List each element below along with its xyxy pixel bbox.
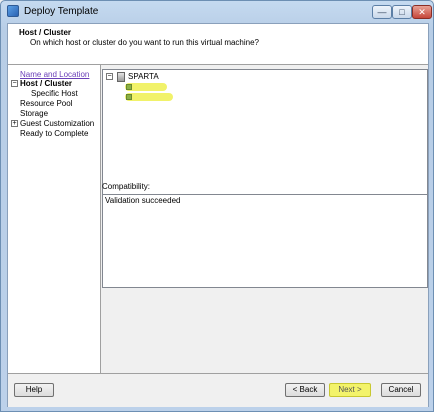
page-title: Host / Cluster [19, 28, 72, 37]
maximize-button[interactable]: □ [392, 5, 412, 19]
help-button[interactable]: Help [14, 383, 54, 397]
expand-icon[interactable]: + [11, 120, 18, 127]
wizard-header: Host / Cluster On which host or cluster … [8, 24, 428, 65]
next-button[interactable]: Next > [329, 383, 371, 397]
compatibility-panel: Validation succeeded [102, 194, 428, 288]
step-host-cluster: Host / Cluster [20, 79, 73, 88]
host-icon [126, 84, 132, 90]
wizard-client-area: Host / Cluster On which host or cluster … [7, 23, 429, 407]
step-name-and-location[interactable]: Name and Location [20, 70, 89, 79]
step-resource-pool: Resource Pool [20, 99, 73, 108]
page-subtitle: On which host or cluster do you want to … [30, 38, 259, 47]
host-icon [126, 94, 132, 100]
tree-node-host-1[interactable] [125, 83, 167, 91]
deploy-template-window: Deploy Template — □ ✕ Host / Cluster On … [0, 0, 434, 412]
step-specific-host: Specific Host [31, 89, 78, 98]
server-icon [117, 72, 125, 82]
step-ready-to-complete: Ready to Complete [20, 129, 89, 138]
window-title: Deploy Template [24, 6, 99, 17]
compatibility-message: Validation succeeded [105, 196, 181, 205]
tree-node-host-2[interactable] [125, 93, 173, 101]
cancel-button[interactable]: Cancel [381, 383, 421, 397]
minimize-button[interactable]: — [372, 5, 392, 19]
title-bar[interactable]: Deploy Template — □ ✕ [1, 1, 433, 23]
tree-node-root[interactable]: SPARTA [128, 72, 159, 81]
collapse-icon[interactable]: − [11, 80, 18, 87]
vsphere-app-icon [7, 5, 19, 17]
host-cluster-tree[interactable]: − SPARTA [102, 69, 428, 201]
close-button[interactable]: ✕ [412, 5, 432, 19]
compatibility-label: Compatibility: [102, 182, 151, 191]
wizard-steps-panel: Name and Location − Host / Cluster Speci… [8, 65, 101, 392]
back-button[interactable]: < Back [285, 383, 325, 397]
tree-collapse-icon[interactable]: − [106, 73, 113, 80]
step-storage: Storage [20, 109, 49, 118]
step-guest-customization: Guest Customization [20, 119, 95, 128]
wizard-footer: Help < Back Next > Cancel [8, 373, 428, 407]
